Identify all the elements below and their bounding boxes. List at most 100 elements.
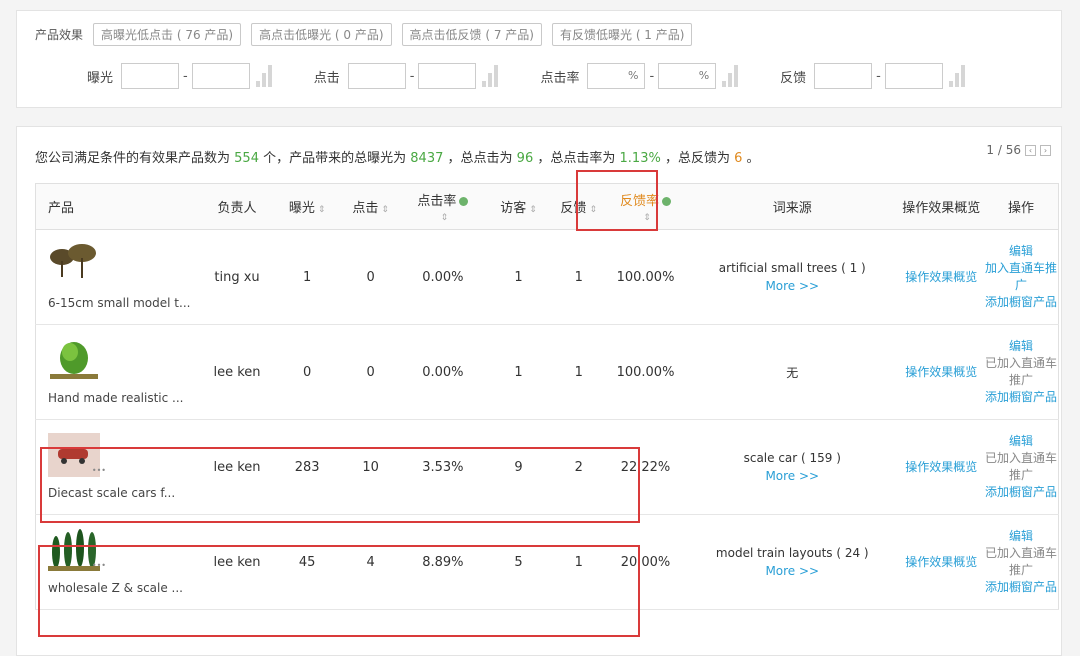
range-separator: - xyxy=(876,68,881,84)
cell-ctr: 0.00% xyxy=(401,229,485,325)
keyword-source-text: scale car ( 159 ) xyxy=(743,451,841,465)
next-page-button[interactable]: › xyxy=(1040,144,1051,156)
prev-page-button[interactable]: ‹ xyxy=(1025,144,1036,156)
range-filter-row: 曝光 - 点击 - 点击率 % - % 反馈 - xyxy=(87,63,1007,89)
help-icon[interactable] xyxy=(459,196,469,206)
col-header-label: 访客 xyxy=(500,201,527,216)
cell-exposure: 0 xyxy=(274,324,340,420)
bar-chart-icon[interactable] xyxy=(482,65,499,87)
col-header-label: 点击 xyxy=(352,201,379,216)
cell-actions: 编辑 加入直通车推广 添加橱窗产品 xyxy=(983,229,1059,325)
col-header-owner: 负责人 xyxy=(199,183,275,230)
summary-exposure: 8437 xyxy=(410,151,444,166)
highlight-box-row-4 xyxy=(38,545,640,637)
feedback-range: 反馈 - xyxy=(780,63,965,89)
feedback-max-input[interactable] xyxy=(884,63,943,89)
sort-icon[interactable]: ⇕ xyxy=(318,205,326,215)
cell-visitors: 1 xyxy=(484,229,553,325)
filter-panel: 产品效果 高曝光低点击 ( 76 产品) 高点击低曝光 ( 0 产品) 高点击低… xyxy=(16,10,1062,108)
summary-product-count: 554 xyxy=(234,151,259,166)
ctr-min-input[interactable]: % xyxy=(587,63,646,89)
keyword-source-text: 无 xyxy=(786,365,799,380)
product-thumbnail[interactable] xyxy=(48,338,100,382)
cell-actions: 编辑 已加入直通车推广 添加橱窗产品 xyxy=(983,514,1059,610)
add-direct-train-link[interactable]: 加入直通车推广 xyxy=(984,260,1058,294)
add-showcase-link[interactable]: 添加橱窗产品 xyxy=(985,389,1057,406)
keyword-source-text: artificial small trees ( 1 ) xyxy=(718,261,866,275)
summary-text-part: ，总反馈为 xyxy=(664,151,730,166)
more-link[interactable]: More >> xyxy=(686,564,898,578)
product-name[interactable]: 6-15cm small model t... xyxy=(48,295,200,312)
table-header-row: 产品 负责人 曝光 ⇕ 点击 ⇕ 点击率 ⇕ 访客 ⇕ 反馈 ⇕ 反馈率 ⇕ 词来源 操作效… xyxy=(34,183,1059,230)
cell-feedback-rate: 100.00% xyxy=(604,324,687,420)
bar-chart-icon[interactable] xyxy=(255,65,272,87)
cell-feedback-rate: 100.00% xyxy=(604,229,687,325)
col-header-label: 曝光 xyxy=(288,201,315,216)
cell-product[interactable]: 6-15cm small model t... xyxy=(34,229,200,325)
effect-overview-link[interactable]: 操作效果概览 xyxy=(905,460,977,474)
col-header-label: 词来源 xyxy=(772,201,812,216)
col-header-exposure[interactable]: 曝光 ⇕ xyxy=(274,183,340,230)
ctr-range: 点击率 % - % xyxy=(540,63,739,89)
click-min-input[interactable] xyxy=(347,63,406,89)
ctr-max-input[interactable]: % xyxy=(658,63,717,89)
cell-actions: 编辑 已加入直通车推广添加橱窗产品 xyxy=(983,419,1059,515)
summary-text-part: ，总点击率为 xyxy=(537,151,616,166)
keyword-source-text: model train layouts ( 24 ) xyxy=(715,546,869,560)
product-thumbnail[interactable] xyxy=(48,243,100,287)
add-showcase-link[interactable]: 添加橱窗产品 xyxy=(985,294,1057,311)
col-header-visitors[interactable]: 访客 ⇕ xyxy=(484,183,553,230)
filter-high-exposure-low-click-button[interactable]: 高曝光低点击 ( 76 产品) xyxy=(93,23,242,46)
more-link[interactable]: More >> xyxy=(686,279,898,293)
cell-product[interactable]: Hand made realistic ... xyxy=(34,324,200,420)
col-header-label: 产品 xyxy=(48,201,75,216)
effect-overview-link[interactable]: 操作效果概览 xyxy=(905,555,977,569)
col-header-action: 操作 xyxy=(983,183,1059,230)
col-header-clicks[interactable]: 点击 ⇕ xyxy=(339,183,402,230)
top-strip xyxy=(0,0,1080,10)
sort-icon[interactable]: ⇕ xyxy=(441,213,449,223)
edit-link[interactable]: 编辑 xyxy=(1009,243,1033,260)
table-row: Hand made realistic ... lee ken 0 0 0.00% 1 1 1… xyxy=(34,324,1059,420)
sort-icon[interactable]: ⇕ xyxy=(381,205,389,215)
filter-high-click-low-feedback-button[interactable]: 高点击低反馈 ( 7 产品) xyxy=(401,23,542,46)
edit-link[interactable]: 编辑 xyxy=(1009,338,1033,355)
add-showcase-link[interactable]: 添加橱窗产品 xyxy=(985,484,1057,501)
exposure-max-input[interactable] xyxy=(191,63,250,89)
range-separator: - xyxy=(409,68,415,84)
feedback-min-input[interactable] xyxy=(814,63,873,89)
cell-clicks: 0 xyxy=(339,229,402,325)
percent-sign: % xyxy=(698,69,710,82)
effect-filter-label: 产品效果 xyxy=(35,28,84,42)
cell-feedback: 1 xyxy=(552,229,605,325)
summary-text-part: 个，产品带来的总曝光为 xyxy=(263,151,407,166)
cell-owner: lee ken xyxy=(199,324,275,420)
col-header-ctr[interactable]: 点击率 ⇕ xyxy=(401,183,485,230)
edit-link[interactable]: 编辑 xyxy=(1009,528,1033,545)
click-max-input[interactable] xyxy=(418,63,477,89)
cell-feedback: 1 xyxy=(552,324,605,420)
cell-clicks: 0 xyxy=(339,324,402,420)
click-range-label: 点击 xyxy=(313,70,340,86)
product-name[interactable]: Hand made realistic ... xyxy=(48,390,200,407)
cell-exposure: 1 xyxy=(274,229,340,325)
bar-chart-icon[interactable] xyxy=(722,65,739,87)
edit-link[interactable]: 编辑 xyxy=(1009,433,1033,450)
more-link[interactable]: More >> xyxy=(686,469,898,483)
filter-high-click-low-exposure-button[interactable]: 高点击低曝光 ( 0 产品) xyxy=(251,23,392,46)
bar-chart-icon[interactable] xyxy=(948,65,965,87)
summary-clicks: 96 xyxy=(516,151,534,166)
direct-train-status: 已加入直通车推广 xyxy=(984,451,1057,482)
range-separator: - xyxy=(649,68,655,84)
effect-overview-link[interactable]: 操作效果概览 xyxy=(905,270,977,284)
exposure-range-label: 曝光 xyxy=(87,70,114,86)
exposure-range: 曝光 - xyxy=(87,63,272,89)
add-showcase-link[interactable]: 添加橱窗产品 xyxy=(985,579,1057,596)
summary-text-part: ，总点击为 xyxy=(447,151,513,166)
exposure-min-input[interactable] xyxy=(121,63,180,89)
help-icon[interactable] xyxy=(662,196,672,206)
filter-feedback-low-exposure-button[interactable]: 有反馈低曝光 ( 1 产品) xyxy=(552,23,693,46)
effect-overview-link[interactable]: 操作效果概览 xyxy=(905,365,977,379)
feedback-range-label: 反馈 xyxy=(780,70,807,86)
sort-icon[interactable]: ⇕ xyxy=(529,205,537,215)
